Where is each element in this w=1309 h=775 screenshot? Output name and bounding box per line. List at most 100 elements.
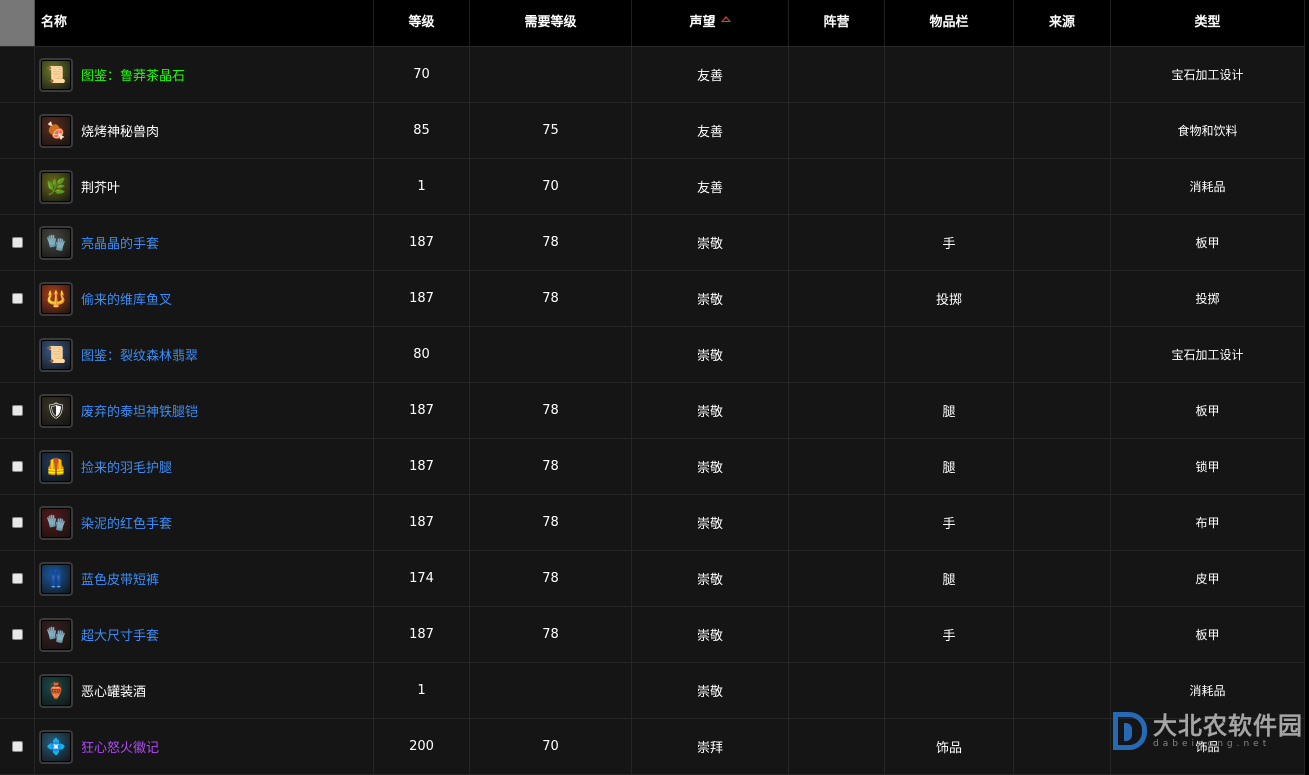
row-checkbox[interactable]	[11, 461, 23, 472]
type-cell: 板甲	[1111, 383, 1305, 438]
item-name-link[interactable]: 荆芥叶	[81, 177, 120, 196]
icon-glyph: 🏺	[46, 681, 66, 700]
table-row[interactable]: 🧤 超大尺寸手套 187 78 崇敬 手 板甲	[0, 607, 1305, 663]
name-cell: 🧤 超大尺寸手套	[35, 607, 374, 662]
level-cell: 1	[374, 663, 470, 718]
icon-glyph: 🧤	[46, 625, 66, 644]
type-cell: 锁甲	[1111, 439, 1305, 494]
name-cell: 🍖 烧烤神秘兽肉	[35, 103, 374, 158]
source-cell	[1014, 495, 1111, 550]
recipe-scroll-icon[interactable]: 📜	[39, 337, 73, 372]
reputation-cell: 崇敬	[632, 551, 789, 606]
reputation-cell: 崇敬	[632, 215, 789, 270]
row-checkbox[interactable]	[11, 237, 23, 248]
table-row[interactable]: 🛡 废弃的泰坦神铁腿铠 187 78 崇敬 腿 板甲	[0, 383, 1305, 439]
required-level-cell: 70	[470, 719, 632, 774]
header-reputation-label: 声望	[689, 15, 716, 30]
level-cell: 187	[374, 383, 470, 438]
faction-cell	[789, 607, 885, 662]
item-name-link[interactable]: 超大尺寸手套	[81, 625, 159, 644]
insignia-icon[interactable]: 💠	[39, 729, 73, 764]
icon-glyph: 🧤	[46, 513, 66, 532]
faction-cell	[789, 47, 885, 102]
required-level-cell	[470, 327, 632, 382]
header-source[interactable]: 来源	[1014, 0, 1111, 46]
type-cell: 皮甲	[1111, 551, 1305, 606]
row-checkbox[interactable]	[11, 573, 23, 584]
table-body: 📜 图鉴：鲁莽茶晶石 70 友善 宝石加工设计 🍖 烧烤神秘兽肉 85 75 友善 食物和饮料 🌿 荆芥…	[0, 47, 1305, 775]
item-name-link[interactable]: 偷来的维库鱼叉	[81, 289, 172, 308]
checkbox-cell	[0, 495, 35, 550]
required-level-cell	[470, 47, 632, 102]
reputation-cell: 友善	[632, 103, 789, 158]
type-cell: 板甲	[1111, 607, 1305, 662]
slot-cell	[885, 327, 1014, 382]
item-name-link[interactable]: 恶心罐装酒	[81, 681, 146, 700]
required-level-cell: 78	[470, 271, 632, 326]
table-row[interactable]: 🧤 亮晶晶的手套 187 78 崇敬 手 板甲	[0, 215, 1305, 271]
header-type[interactable]: 类型	[1111, 0, 1305, 46]
item-table: 名称 等级 需要等级 声望 阵营 物品栏 来源 类型 📜 图鉴：鲁莽茶晶石 70 友善…	[0, 0, 1305, 775]
checkbox-cell	[0, 663, 35, 718]
row-checkbox[interactable]	[11, 405, 23, 416]
header-reputation[interactable]: 声望	[632, 0, 789, 46]
table-row[interactable]: 👖 蓝色皮带短裤 174 78 崇敬 腿 皮甲	[0, 551, 1305, 607]
header-slot[interactable]: 物品栏	[885, 0, 1014, 46]
watermark-cn: 大北农软件园	[1153, 712, 1303, 740]
leather-shorts-icon[interactable]: 👖	[39, 561, 73, 596]
name-cell: 👖 蓝色皮带短裤	[35, 551, 374, 606]
item-name-link[interactable]: 捡来的羽毛护腿	[81, 457, 172, 476]
table-row[interactable]: 📜 图鉴：鲁莽茶晶石 70 友善 宝石加工设计	[0, 47, 1305, 103]
plate-gauntlet-icon[interactable]: 🧤	[39, 225, 73, 260]
source-cell	[1014, 271, 1111, 326]
mail-legs-icon[interactable]: 🦺	[39, 449, 73, 484]
header-level[interactable]: 等级	[374, 0, 470, 46]
header-name[interactable]: 名称	[35, 0, 374, 46]
table-row[interactable]: 🔱 偷来的维库鱼叉 187 78 崇敬 投掷 投掷	[0, 271, 1305, 327]
icon-glyph: 📜	[46, 65, 66, 84]
herb-leaf-icon[interactable]: 🌿	[39, 169, 73, 204]
item-name-link[interactable]: 蓝色皮带短裤	[81, 569, 159, 588]
header-faction[interactable]: 阵营	[789, 0, 885, 46]
plate-legs-icon[interactable]: 🛡	[39, 393, 73, 428]
potion-jar-icon[interactable]: 🏺	[39, 673, 73, 708]
level-cell: 200	[374, 719, 470, 774]
table-row[interactable]: 🏺 恶心罐装酒 1 崇敬 消耗品	[0, 663, 1305, 719]
item-name-link[interactable]: 烧烤神秘兽肉	[81, 121, 159, 140]
cloth-glove-icon[interactable]: 🧤	[39, 505, 73, 540]
table-row[interactable]: 🦺 捡来的羽毛护腿 187 78 崇敬 腿 锁甲	[0, 439, 1305, 495]
icon-glyph: 🌿	[46, 177, 66, 196]
recipe-scroll-icon[interactable]: 📜	[39, 57, 73, 92]
table-row[interactable]: 🌿 荆芥叶 1 70 友善 消耗品	[0, 159, 1305, 215]
select-all-column[interactable]	[0, 0, 35, 46]
table-row[interactable]: 🧤 染泥的红色手套 187 78 崇敬 手 布甲	[0, 495, 1305, 551]
item-name-link[interactable]: 图鉴：裂纹森林翡翠	[81, 345, 198, 364]
item-name-link[interactable]: 亮晶晶的手套	[81, 233, 159, 252]
checkbox-cell	[0, 47, 35, 102]
row-checkbox[interactable]	[11, 741, 23, 752]
checkbox-cell	[0, 327, 35, 382]
item-name-link[interactable]: 废弃的泰坦神铁腿铠	[81, 401, 198, 420]
thrown-harpoon-icon[interactable]: 🔱	[39, 281, 73, 316]
faction-cell	[789, 719, 885, 774]
item-name-link[interactable]: 图鉴：鲁莽茶晶石	[81, 65, 185, 84]
table-row[interactable]: 💠 狂心怒火徽记 200 70 崇拜 饰品 饰品	[0, 719, 1305, 775]
header-required-level[interactable]: 需要等级	[470, 0, 632, 46]
row-checkbox[interactable]	[11, 629, 23, 640]
row-checkbox[interactable]	[11, 517, 23, 528]
table-row[interactable]: 🍖 烧烤神秘兽肉 85 75 友善 食物和饮料	[0, 103, 1305, 159]
source-cell	[1014, 607, 1111, 662]
table-row[interactable]: 📜 图鉴：裂纹森林翡翠 80 崇敬 宝石加工设计	[0, 327, 1305, 383]
checkbox-cell	[0, 271, 35, 326]
row-checkbox[interactable]	[11, 293, 23, 304]
plate-gauntlet-icon[interactable]: 🧤	[39, 617, 73, 652]
source-cell	[1014, 383, 1111, 438]
faction-cell	[789, 327, 885, 382]
reputation-cell: 崇敬	[632, 327, 789, 382]
slot-cell: 手	[885, 495, 1014, 550]
item-name-link[interactable]: 狂心怒火徽记	[81, 737, 159, 756]
roasted-meat-icon[interactable]: 🍖	[39, 113, 73, 148]
level-cell: 85	[374, 103, 470, 158]
item-name-link[interactable]: 染泥的红色手套	[81, 513, 172, 532]
icon-glyph: 🛡	[45, 401, 67, 420]
